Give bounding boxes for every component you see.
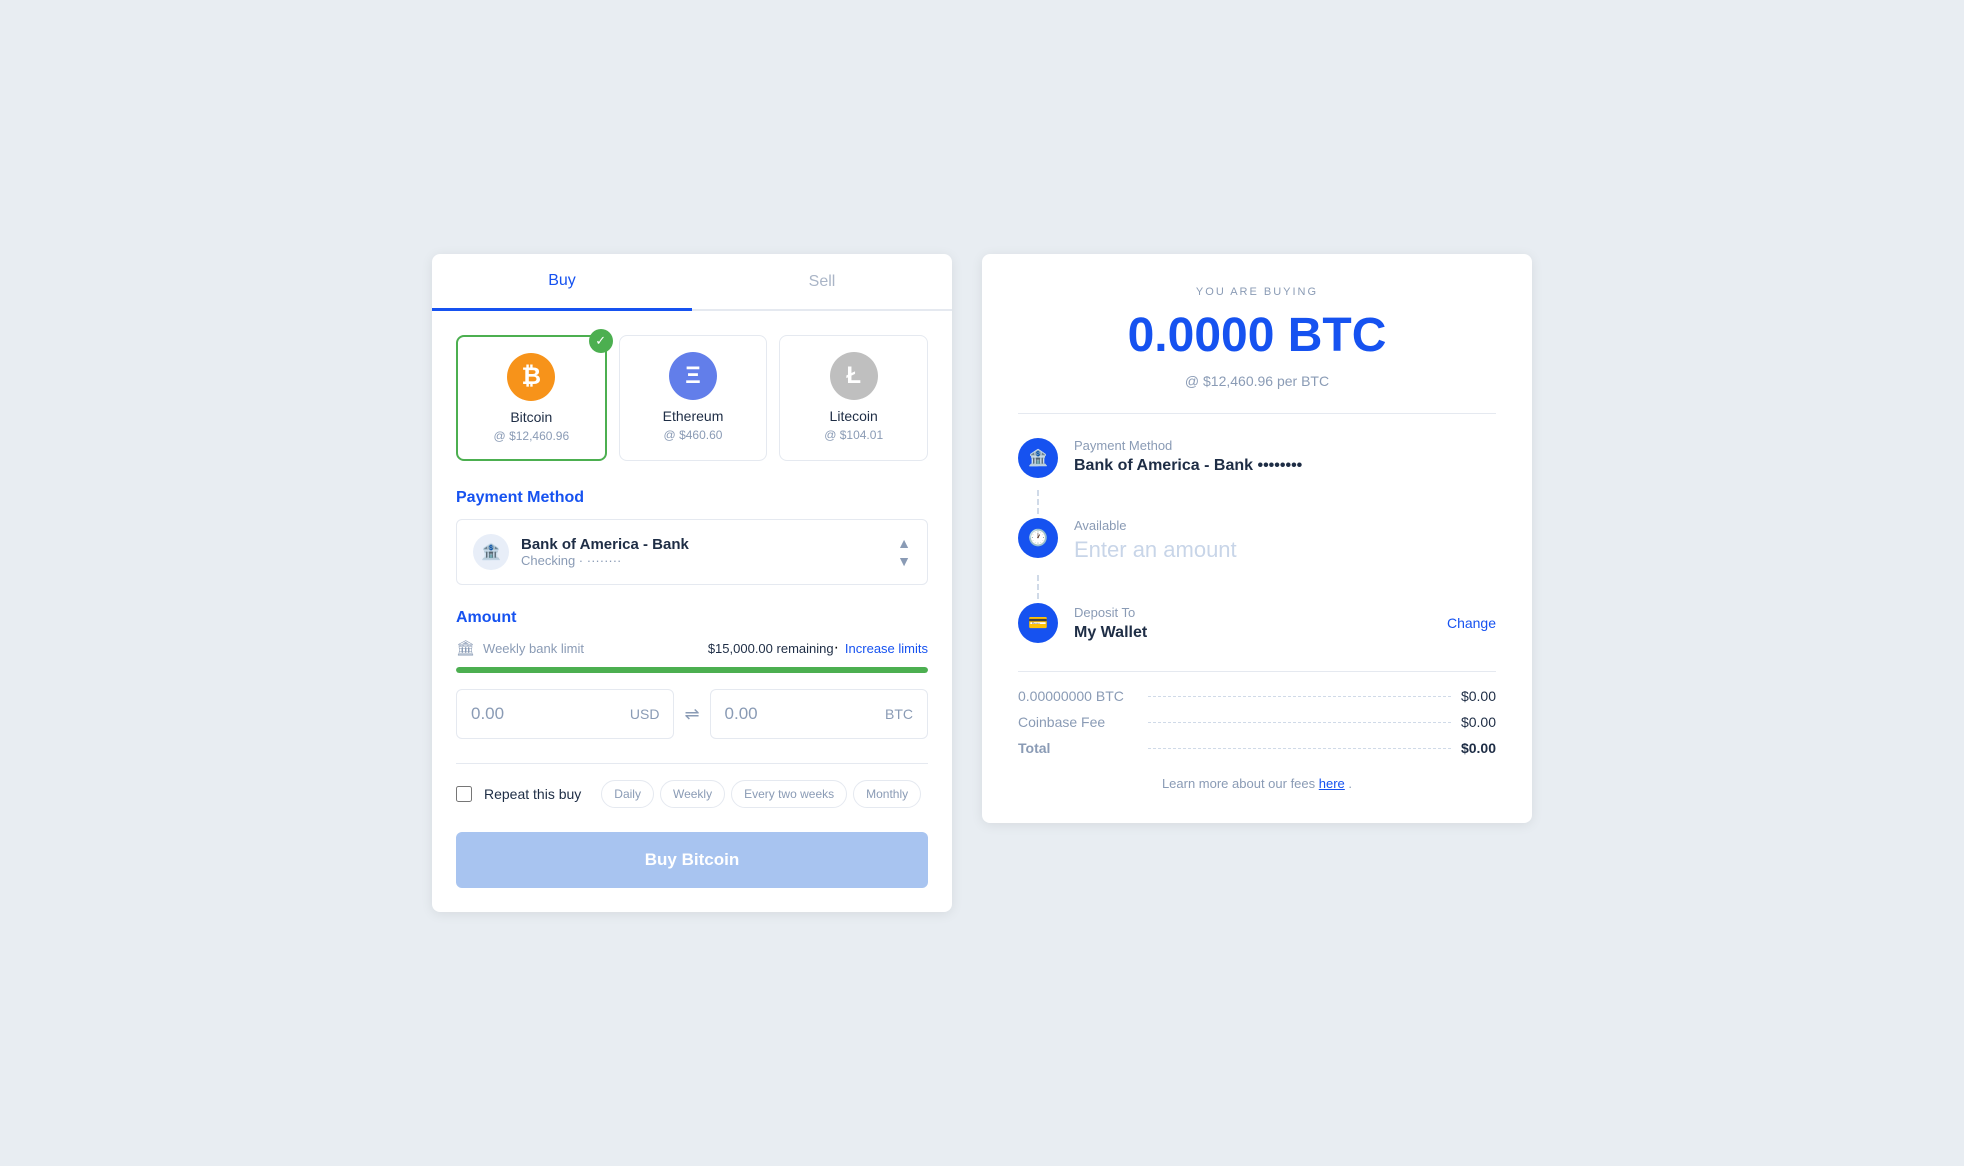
coinbase-fee-dots bbox=[1148, 722, 1451, 723]
receipt-deposit-content: Deposit To My Wallet bbox=[1074, 605, 1447, 642]
eth-icon: Ξ bbox=[669, 352, 717, 400]
chevron-icon: ▲ ▼ bbox=[897, 535, 911, 569]
btc-fee-row: 0.00000000 BTC $0.00 bbox=[1018, 688, 1496, 704]
main-container: Buy Sell ✓ ₿ Bitcoin @ $12,460.96 Ξ Ethe… bbox=[432, 254, 1532, 912]
receipt-payment-value: Bank of America - Bank •••••••• bbox=[1074, 457, 1496, 475]
btc-name: Bitcoin bbox=[470, 409, 593, 425]
repeat-checkbox[interactable] bbox=[456, 786, 472, 802]
receipt-deposit-row: 💳 Deposit To My Wallet Change bbox=[1018, 603, 1496, 643]
btc-icon: ₿ bbox=[507, 353, 555, 401]
receipt-clock-icon: 🕐 bbox=[1028, 528, 1048, 548]
receipt-payment-label: Payment Method bbox=[1074, 438, 1496, 453]
btc-price: @ $12,460.96 bbox=[470, 429, 593, 443]
payment-method-title: Payment Method bbox=[456, 489, 928, 507]
btc-fee-label: 0.00000000 BTC bbox=[1018, 688, 1138, 704]
crypto-card-list: ✓ ₿ Bitcoin @ $12,460.96 Ξ Ethereum @ $4… bbox=[456, 335, 928, 461]
payment-method-selector[interactable]: 🏦 Bank of America - Bank Checking · ····… bbox=[456, 519, 928, 585]
btc-fee-value: $0.00 bbox=[1461, 688, 1496, 704]
receipt-wallet-icon: 💳 bbox=[1028, 613, 1048, 633]
footer-period: . bbox=[1348, 776, 1352, 791]
dashed-connector-2 bbox=[1037, 575, 1039, 599]
total-dots bbox=[1148, 748, 1451, 749]
coinbase-fee-label: Coinbase Fee bbox=[1018, 714, 1138, 730]
bank-sub: Checking · ········ bbox=[521, 553, 897, 568]
tab-bar: Buy Sell bbox=[432, 254, 952, 311]
coinbase-fee-value: $0.00 bbox=[1461, 714, 1496, 730]
bank-info: Bank of America - Bank Checking · ······… bbox=[521, 536, 897, 568]
receipt-panel: YOU ARE BUYING 0.0000 BTC @ $12,460.96 p… bbox=[982, 254, 1532, 823]
btc-input-field[interactable]: 0.00 BTC bbox=[710, 689, 928, 739]
footer-text-content: Learn more about our fees bbox=[1162, 776, 1319, 791]
dashed-connector-1 bbox=[1037, 490, 1039, 514]
limit-remaining: $15,000.00 remaining bbox=[708, 641, 834, 656]
btc-input-value: 0.00 bbox=[725, 704, 758, 724]
receipt-btc-amount: 0.0000 BTC bbox=[1018, 308, 1496, 363]
footer-link[interactable]: here bbox=[1319, 776, 1345, 791]
bank-icon: 🏦 bbox=[481, 542, 501, 562]
amount-inputs: 0.00 USD ⇌ 0.00 BTC bbox=[456, 689, 928, 739]
change-wallet-link[interactable]: Change bbox=[1447, 615, 1496, 631]
receipt-deposit-icon-wrap: 💳 bbox=[1018, 603, 1058, 643]
receipt-divider-1 bbox=[1018, 413, 1496, 414]
receipt-payment-row: 🏦 Payment Method Bank of America - Bank … bbox=[1018, 438, 1496, 478]
receipt-bank-icon: 🏦 bbox=[1028, 448, 1048, 468]
total-value: $0.00 bbox=[1461, 740, 1496, 756]
total-label: Total bbox=[1018, 740, 1138, 756]
increase-limits-link[interactable]: Increase limits bbox=[845, 641, 928, 656]
divider-repeat bbox=[456, 763, 928, 764]
crypto-card-btc[interactable]: ✓ ₿ Bitcoin @ $12,460.96 bbox=[456, 335, 607, 461]
limit-label: Weekly bank limit bbox=[483, 641, 708, 656]
limit-row: 🏛 Weekly bank limit $15,000.00 remaining… bbox=[456, 639, 928, 657]
eth-name: Ethereum bbox=[632, 408, 755, 424]
panel-body: ✓ ₿ Bitcoin @ $12,460.96 Ξ Ethereum @ $4… bbox=[432, 311, 952, 912]
receipt-btc-rate: @ $12,460.96 per BTC bbox=[1018, 373, 1496, 389]
receipt-available-label: Available bbox=[1074, 518, 1496, 533]
repeat-weekly[interactable]: Weekly bbox=[660, 780, 725, 808]
btc-currency: BTC bbox=[885, 706, 913, 722]
repeat-row: Repeat this buy Daily Weekly Every two w… bbox=[456, 780, 928, 808]
crypto-card-ltc[interactable]: Ł Litecoin @ $104.01 bbox=[779, 335, 928, 461]
usd-currency: USD bbox=[630, 706, 660, 722]
limit-icon: 🏛 bbox=[456, 639, 475, 657]
receipt-deposit-label: Deposit To bbox=[1074, 605, 1447, 620]
amount-title: Amount bbox=[456, 609, 928, 627]
receipt-bank-icon-wrap: 🏦 bbox=[1018, 438, 1058, 478]
eth-price: @ $460.60 bbox=[632, 428, 755, 442]
receipt-payment-content: Payment Method Bank of America - Bank ••… bbox=[1074, 438, 1496, 475]
receipt-divider-2 bbox=[1018, 671, 1496, 672]
repeat-daily[interactable]: Daily bbox=[601, 780, 654, 808]
receipt-available-placeholder: Enter an amount bbox=[1074, 537, 1496, 563]
selected-check-btc: ✓ bbox=[589, 329, 613, 353]
usd-input-field[interactable]: 0.00 USD bbox=[456, 689, 674, 739]
repeat-options: Daily Weekly Every two weeks Monthly bbox=[601, 780, 921, 808]
tab-sell[interactable]: Sell bbox=[692, 254, 952, 309]
tab-buy[interactable]: Buy bbox=[432, 254, 692, 311]
ltc-name: Litecoin bbox=[792, 408, 915, 424]
receipt-deposit-value: My Wallet bbox=[1074, 624, 1447, 642]
receipt-available-content: Available Enter an amount bbox=[1074, 518, 1496, 563]
receipt-available-row: 🕐 Available Enter an amount bbox=[1018, 518, 1496, 563]
usd-value: 0.00 bbox=[471, 704, 504, 724]
you-are-buying-label: YOU ARE BUYING bbox=[1018, 286, 1496, 298]
limit-progress-fill bbox=[456, 667, 928, 673]
buy-bitcoin-button[interactable]: Buy Bitcoin bbox=[456, 832, 928, 888]
ltc-price: @ $104.01 bbox=[792, 428, 915, 442]
repeat-every-two-weeks[interactable]: Every two weeks bbox=[731, 780, 847, 808]
repeat-monthly[interactable]: Monthly bbox=[853, 780, 921, 808]
repeat-label: Repeat this buy bbox=[484, 786, 581, 802]
swap-icon[interactable]: ⇌ bbox=[684, 704, 699, 725]
bank-icon-wrap: 🏦 bbox=[473, 534, 509, 570]
footer-text: Learn more about our fees here . bbox=[1018, 776, 1496, 791]
crypto-card-eth[interactable]: Ξ Ethereum @ $460.60 bbox=[619, 335, 768, 461]
total-row: Total $0.00 bbox=[1018, 740, 1496, 756]
bank-name: Bank of America - Bank bbox=[521, 536, 897, 553]
limit-progress-bar bbox=[456, 667, 928, 673]
receipt-available-icon-wrap: 🕐 bbox=[1018, 518, 1058, 558]
btc-fee-dots bbox=[1148, 696, 1451, 697]
buy-sell-panel: Buy Sell ✓ ₿ Bitcoin @ $12,460.96 Ξ Ethe… bbox=[432, 254, 952, 912]
ltc-icon: Ł bbox=[830, 352, 878, 400]
coinbase-fee-row: Coinbase Fee $0.00 bbox=[1018, 714, 1496, 730]
